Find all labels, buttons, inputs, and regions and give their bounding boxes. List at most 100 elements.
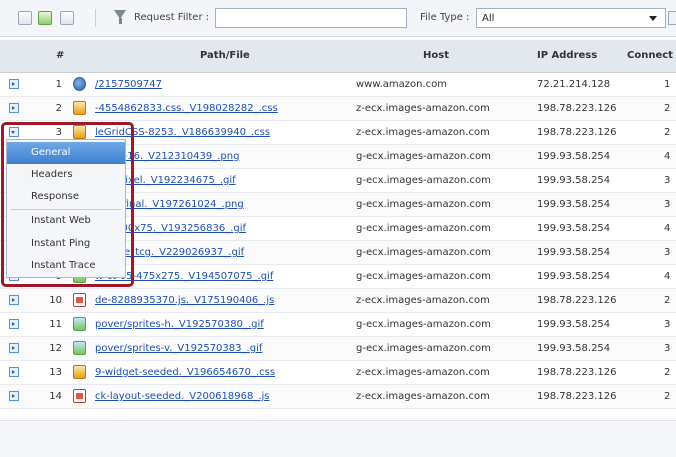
row-ip: 199.93.58.254 (537, 343, 611, 354)
expand-icon[interactable] (9, 295, 19, 305)
menu-item-general[interactable]: General (7, 142, 125, 164)
row-path[interactable]: ck-layout-seeded._V200618968_.js (95, 391, 270, 402)
row-ip: 198.78.223.126 (537, 367, 617, 378)
expand-icon[interactable] (9, 319, 19, 329)
file-type-label: File Type : (420, 12, 470, 23)
toolbar-separator (95, 9, 96, 27)
row-path[interactable]: pover/sprites-v._V192570383_.gif (95, 343, 262, 354)
row-path[interactable]: 9-widget-seeded._V196654670_.css (95, 367, 275, 378)
col-host[interactable]: Host (423, 50, 449, 61)
menu-item-instant-ping[interactable]: Instant Ping (7, 233, 125, 255)
row-host: g-ecx.images-amazon.com (356, 319, 491, 330)
expand-icon[interactable] (9, 367, 19, 377)
expand-icon[interactable] (9, 79, 19, 89)
expand-icon[interactable] (9, 343, 19, 353)
table-row[interactable]: 14 ck-layout-seeded._V200618968_.js z-ec… (0, 385, 676, 409)
row-ip: 198.78.223.126 (537, 295, 617, 306)
row-connect: 2 (664, 103, 671, 114)
row-path[interactable]: -4554862833.css._V198028282_.css (95, 103, 278, 114)
row-host: z-ecx.images-amazon.com (356, 391, 490, 402)
menu-item-headers[interactable]: Headers (7, 164, 125, 186)
footer-strip (0, 420, 676, 457)
col-num[interactable]: # (56, 50, 64, 61)
row-host: g-ecx.images-amazon.com (356, 343, 491, 354)
toolbar: Request Filter : File Type : All (0, 0, 676, 37)
row-number: 1 (55, 79, 62, 90)
row-connect: 3 (664, 343, 671, 354)
css-file-icon (73, 365, 86, 379)
row-number: 12 (49, 343, 62, 354)
table-row[interactable]: 12 pover/sprites-v._V192570383_.gif g-ec… (0, 337, 676, 361)
request-filter-label: Request Filter : (134, 12, 210, 23)
js-file-icon (73, 293, 86, 307)
table-row[interactable]: 1 /2157509747 www.amazon.com 72.21.214.1… (0, 73, 676, 97)
row-host: g-ecx.images-amazon.com (356, 223, 491, 234)
col-connect[interactable]: Connect (627, 50, 673, 61)
row-host: www.amazon.com (356, 79, 448, 90)
menu-item-label: Response (31, 191, 80, 202)
row-ip: 72.21.214.128 (537, 79, 611, 90)
row-ip: 199.93.58.254 (537, 319, 611, 330)
menu-item-label: Instant Trace (31, 260, 96, 271)
css-file-icon (73, 101, 86, 115)
menu-item-label: Headers (31, 169, 73, 180)
request-filter-input[interactable] (215, 8, 407, 28)
row-host: z-ecx.images-amazon.com (356, 127, 490, 138)
grid-icon[interactable] (668, 11, 676, 25)
expand-icon[interactable] (9, 103, 19, 113)
menu-item-instant-web[interactable]: Instant Web (7, 210, 125, 232)
export-icon[interactable] (38, 11, 52, 25)
menu-item-label: Instant Web (31, 215, 91, 226)
row-path[interactable]: /2157509747 (95, 79, 162, 90)
image-file-icon (73, 341, 86, 355)
row-connect: 4 (664, 223, 671, 234)
table-row[interactable]: 10 de-8288935370.js._V175190406_.js z-ec… (0, 289, 676, 313)
row-connect: 2 (664, 127, 671, 138)
image-file-icon (73, 317, 86, 331)
row-connect: 3 (664, 199, 671, 210)
row-host: z-ecx.images-amazon.com (356, 103, 490, 114)
row-connect: 2 (664, 391, 671, 402)
table-header: # Path/File Host IP Address Connect (0, 40, 676, 73)
expand-icon[interactable] (9, 391, 19, 401)
menu-item-response[interactable]: Response (7, 186, 125, 208)
file-type-select[interactable]: All (476, 8, 666, 28)
row-number: 13 (49, 367, 62, 378)
col-ip[interactable]: IP Address (537, 50, 597, 61)
row-number: 14 (49, 391, 62, 402)
clear-icon[interactable] (60, 11, 74, 25)
table-row[interactable]: 13 9-widget-seeded._V196654670_.css z-ec… (0, 361, 676, 385)
chevron-down-icon (649, 16, 657, 21)
row-connect: 2 (664, 367, 671, 378)
menu-item-instant-trace[interactable]: Instant Trace (7, 255, 125, 277)
row-connect: 4 (664, 151, 671, 162)
row-host: z-ecx.images-amazon.com (356, 367, 490, 378)
row-number: 11 (49, 319, 62, 330)
row-ip: 199.93.58.254 (537, 151, 611, 162)
row-ip: 199.93.58.254 (537, 175, 611, 186)
row-connect: 3 (664, 247, 671, 258)
row-host: g-ecx.images-amazon.com (356, 175, 491, 186)
row-ip: 199.93.58.254 (537, 247, 611, 258)
row-connect: 1 (664, 79, 671, 90)
row-host: z-ecx.images-amazon.com (356, 295, 490, 306)
js-file-icon (73, 389, 86, 403)
table-row[interactable]: 2 -4554862833.css._V198028282_.css z-ecx… (0, 97, 676, 121)
col-path[interactable]: Path/File (200, 50, 250, 61)
row-host: g-ecx.images-amazon.com (356, 151, 491, 162)
network-icon (73, 77, 86, 91)
row-ip: 199.93.58.254 (537, 223, 611, 234)
menu-item-label: General (31, 147, 71, 158)
table-row[interactable]: 11 pover/sprites-h._V192570380_.gif g-ec… (0, 313, 676, 337)
row-path[interactable]: pover/sprites-h._V192570380_.gif (95, 319, 264, 330)
filter-icon-stem (119, 18, 122, 24)
row-connect: 2 (664, 295, 671, 306)
row-number: 2 (55, 103, 62, 114)
row-connect: 3 (664, 175, 671, 186)
row-connect: 3 (664, 319, 671, 330)
refresh-icon[interactable] (18, 11, 32, 25)
file-type-value: All (482, 13, 495, 24)
row-host: g-ecx.images-amazon.com (356, 271, 491, 282)
row-ip: 199.93.58.254 (537, 271, 611, 282)
row-path[interactable]: de-8288935370.js._V175190406_.js (95, 295, 274, 306)
